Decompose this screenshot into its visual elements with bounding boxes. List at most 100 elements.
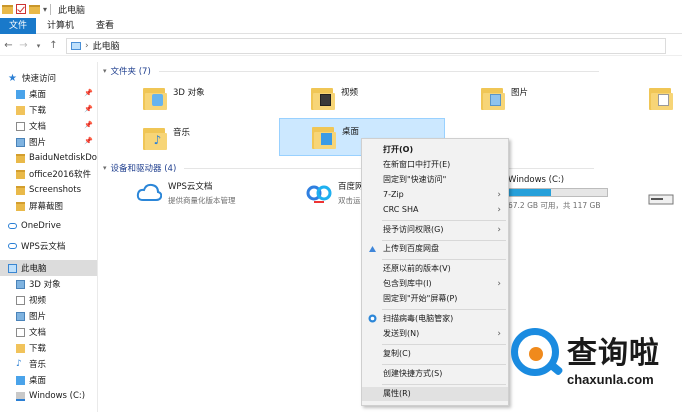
sidebar-item-wps-cloud[interactable]: WPS云文档 [0, 238, 97, 254]
sidebar-item-downloads-pc[interactable]: 下载 [0, 340, 97, 356]
sidebar-item-screen-captures[interactable]: 屏幕截图 [0, 198, 97, 214]
back-button[interactable]: ← [2, 40, 15, 51]
sidebar-item-label: 图片 [29, 138, 47, 148]
sidebar-item-label: 视频 [29, 296, 47, 306]
tab-computer[interactable]: 计算机 [36, 18, 85, 34]
menu-separator [382, 259, 506, 260]
sidebar-item-onedrive[interactable]: OneDrive [0, 218, 97, 234]
device-name: Windows (C:) [508, 175, 565, 185]
address-bar[interactable]: › 此电脑 [66, 37, 666, 54]
sidebar-item-documents-pc[interactable]: 文档 [0, 324, 97, 340]
sidebar-item-desktop-pc[interactable]: 桌面 [0, 372, 97, 388]
menu-item-properties[interactable]: 属性(R) [362, 387, 508, 401]
folder-icon [16, 185, 25, 195]
menu-item-7zip[interactable]: 7-Zip › [362, 188, 508, 202]
menu-item-send-to[interactable]: 发送到(N) › [362, 327, 508, 341]
documents-folder-icon [16, 121, 25, 131]
submenu-arrow-icon: › [497, 225, 501, 235]
sidebar-item-pictures-pc[interactable]: 图片 [0, 308, 97, 324]
menu-item-create-shortcut[interactable]: 创建快捷方式(S) [362, 367, 508, 381]
sidebar-item-screenshots[interactable]: Screenshots [0, 182, 97, 198]
menu-item-crc-sha[interactable]: CRC SHA › [362, 203, 508, 217]
menu-item-pin-start[interactable]: 固定到"开始"屏幕(P) [362, 292, 508, 306]
device-wps-cloud[interactable]: WPS云文档 提供商量化版本管理 [136, 180, 236, 206]
3d-objects-icon [16, 279, 25, 289]
documents-folder-icon [649, 85, 673, 111]
devices-group-header[interactable]: ▾ 设备和驱动器 (4) [100, 162, 595, 174]
sidebar-item-office2016[interactable]: office2016软件 [0, 166, 97, 182]
folders-group-header[interactable]: ▾ 文件夹 (7) [100, 65, 599, 77]
context-menu: 打开(O) 在新窗口中打开(E) 固定到"快速访问" 7-Zip › CRC SH… [361, 138, 509, 406]
sidebar-item-label: 3D 对象 [29, 280, 61, 290]
menu-item-open[interactable]: 打开(O) [362, 143, 508, 157]
dvd-drive-icon [648, 194, 674, 205]
device-baidu-netdisk[interactable]: 百度网 双击运 [306, 180, 364, 206]
sidebar-item-windows-c[interactable]: Windows (C:) [0, 388, 97, 404]
sidebar-item-label: WPS云文档 [21, 242, 66, 252]
submenu-arrow-icon: › [497, 190, 501, 200]
menu-item-copy[interactable]: 复制(C) [362, 347, 508, 361]
folder-label: 图片 [511, 88, 529, 98]
device-dvd-drive[interactable] [648, 186, 680, 212]
customize-toolbar-icon[interactable]: ▾ [43, 5, 47, 14]
download-folder-icon [16, 343, 25, 353]
up-button[interactable]: ↑ [47, 40, 60, 51]
folder-label: 3D 对象 [173, 88, 205, 98]
sidebar-item-label: 文档 [29, 122, 47, 132]
menu-item-restore-versions[interactable]: 还原以前的版本(V) [362, 262, 508, 276]
pin-icon[interactable]: 📌 [84, 137, 93, 145]
sidebar-item-pictures[interactable]: 图片 📌 [0, 134, 97, 150]
menu-item-include-library[interactable]: 包含到库中(I) › [362, 277, 508, 291]
folder-music[interactable]: ♪ 音乐 [140, 122, 280, 156]
breadcrumb-this-pc[interactable]: 此电脑 [93, 39, 120, 52]
sidebar-item-this-pc[interactable]: 此电脑 [0, 260, 97, 276]
menu-separator [382, 240, 506, 241]
pictures-folder-icon [481, 85, 505, 111]
menu-item-pin-quick-access[interactable]: 固定到"快速访问" [362, 173, 508, 187]
sidebar-item-label: office2016软件 [29, 170, 91, 180]
forward-button[interactable]: → [17, 40, 30, 51]
title-separator [50, 3, 52, 15]
pin-icon[interactable]: 📌 [84, 121, 93, 129]
sidebar-item-3d-objects[interactable]: 3D 对象 [0, 276, 97, 292]
folder-icon [16, 153, 25, 163]
sidebar-item-desktop[interactable]: 桌面 📌 [0, 86, 97, 102]
pin-icon[interactable]: 📌 [84, 105, 93, 113]
menu-item-upload-baidu[interactable]: 上传到百度网盘 [362, 242, 508, 256]
pin-icon[interactable]: 📌 [84, 89, 93, 97]
menu-item-scan-virus[interactable]: 扫描病毒(电脑管家) [362, 312, 508, 326]
sidebar-item-label: 桌面 [29, 376, 47, 386]
sidebar-item-music[interactable]: ♪ 音乐 [0, 356, 97, 372]
3d-objects-folder-icon [143, 85, 167, 111]
pictures-folder-icon [16, 311, 25, 321]
magnifier-handle [546, 359, 564, 377]
this-pc-icon [71, 41, 81, 50]
folder-documents[interactable] [646, 82, 682, 116]
folder-3d-objects[interactable]: 3D 对象 [140, 82, 280, 116]
menu-separator [382, 344, 506, 345]
menu-item-open-new-window[interactable]: 在新窗口中打开(E) [362, 158, 508, 172]
sidebar-item-baidunetdisk[interactable]: BaiduNetdiskDow [0, 150, 97, 166]
menu-item-grant-access[interactable]: 授予访问权限(G) › [362, 223, 508, 237]
folder-icon [16, 201, 25, 211]
folder-label: 桌面 [342, 127, 360, 137]
videos-folder-icon [311, 85, 335, 111]
folder-pictures[interactable]: 图片 [478, 82, 618, 116]
sidebar-item-label: Screenshots [29, 185, 82, 195]
new-folder-icon[interactable] [29, 4, 40, 14]
properties-check-icon[interactable] [16, 4, 26, 14]
sidebar-item-documents[interactable]: 文档 📌 [0, 118, 97, 134]
sidebar-item-quick-access[interactable]: ★ 快速访问 [0, 70, 97, 86]
folder-videos[interactable]: 视频 [308, 82, 448, 116]
pictures-folder-icon [16, 137, 25, 147]
tab-file[interactable]: 文件 [0, 18, 37, 34]
menu-separator [382, 364, 506, 365]
sidebar-item-label: Windows (C:) [29, 391, 86, 401]
recent-locations-button[interactable]: ▾ [32, 42, 45, 50]
folder-icon [16, 169, 25, 179]
sidebar-item-label: OneDrive [21, 221, 61, 231]
sidebar-item-videos[interactable]: 视频 [0, 292, 97, 308]
sidebar-item-label: 快速访问 [22, 74, 57, 84]
sidebar-item-downloads[interactable]: 下载 📌 [0, 102, 97, 118]
tab-view[interactable]: 查看 [85, 18, 125, 34]
